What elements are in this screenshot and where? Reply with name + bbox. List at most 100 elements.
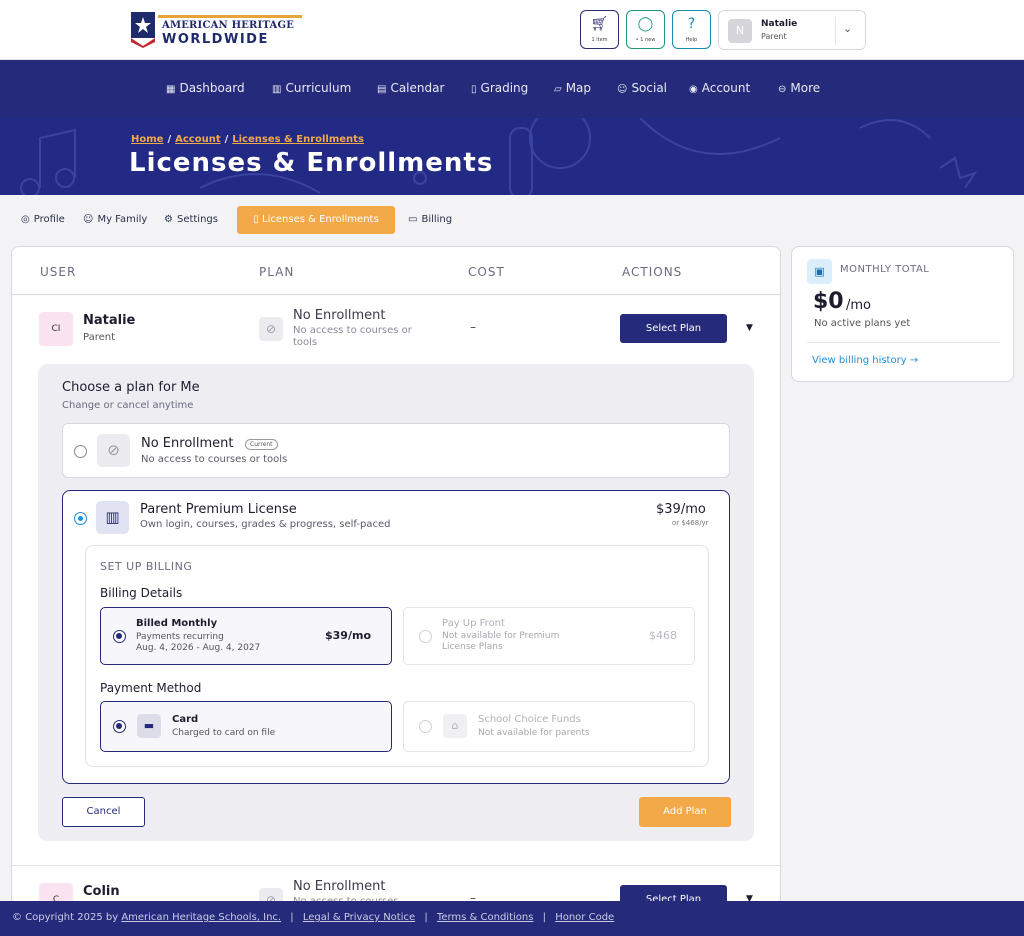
option-name: Parent Premium License: [140, 502, 297, 517]
row-user-name: Colin: [83, 884, 120, 899]
document-icon: ▯: [253, 214, 263, 225]
legal-link[interactable]: Legal & Privacy Notice: [303, 912, 415, 923]
help-button[interactable]: ? Help: [672, 10, 711, 49]
tab-licenses[interactable]: ▯ Licenses & Enrollments: [237, 206, 395, 234]
caret-down-icon[interactable]: ▼: [746, 323, 753, 333]
breadcrumb-home[interactable]: Home: [131, 134, 163, 145]
honor-code-link[interactable]: Honor Code: [555, 912, 614, 923]
row-user-role: Parent: [83, 332, 116, 343]
radio-no-enrollment[interactable]: [74, 445, 87, 458]
nav-calendar[interactable]: ▤ Calendar: [377, 81, 444, 95]
help-label: Help: [685, 37, 698, 43]
option-name: Pay Up Front: [442, 618, 505, 629]
calendar-icon: ▤: [377, 84, 387, 95]
nav-label: More: [790, 81, 821, 95]
breadcrumb-account[interactable]: Account: [175, 134, 220, 145]
add-plan-button[interactable]: Add Plan: [639, 797, 731, 827]
monthly-total-label: MONTHLY TOTAL: [840, 264, 930, 275]
footer: © Copyright 2025 by American Heritage Sc…: [0, 901, 1024, 936]
nav-label: Calendar: [390, 81, 445, 95]
people-icon: ☺: [617, 84, 628, 95]
option-price: $39/mo: [325, 629, 371, 642]
cart-label: 1 item: [591, 37, 608, 43]
billed-monthly-option[interactable]: Billed Monthly Payments recurring Aug. 4…: [100, 607, 392, 665]
footer-separator: |: [542, 912, 547, 923]
chooser-title: Choose a plan for Me: [62, 380, 200, 395]
option-name: Card: [172, 714, 199, 725]
breadcrumb-separator: /: [224, 134, 229, 145]
breadcrumb-separator: /: [167, 134, 172, 145]
option-desc: Charged to card on file: [172, 728, 276, 738]
row-plan-name: No Enrollment: [293, 879, 386, 894]
radio-billed-monthly[interactable]: [113, 630, 126, 643]
option-no-enrollment[interactable]: ⊘ No Enrollment Current No access to cou…: [62, 423, 730, 478]
select-plan-button[interactable]: Select Plan: [620, 314, 727, 343]
column-header-plan: PLAN: [259, 265, 295, 279]
view-billing-history-link[interactable]: View billing history →: [812, 355, 918, 366]
option-parent-premium[interactable]: ▥ Parent Premium License Own login, cour…: [62, 490, 730, 784]
tab-label: My Family: [97, 214, 148, 225]
radio-card[interactable]: [113, 720, 126, 733]
nav-dashboard[interactable]: ▦ Dashboard: [166, 81, 245, 95]
monthly-total-note: No active plans yet: [814, 318, 911, 329]
tab-label: Profile: [33, 214, 65, 225]
breadcrumb: Home / Account / Licenses & Enrollments: [131, 134, 364, 145]
column-header-cost: COST: [468, 265, 505, 279]
cancel-button[interactable]: Cancel: [62, 797, 145, 827]
school-choice-funds-option: ⌂ School Choice Funds Not available for …: [403, 701, 695, 752]
family-icon: ☺: [83, 214, 94, 225]
brand-line-1: AMERICAN HERITAGE: [162, 20, 295, 31]
nav-social[interactable]: ☺ Social: [617, 81, 667, 95]
user-menu-divider: [835, 17, 836, 45]
cart-button[interactable]: 🛒︎ 1 item: [580, 10, 619, 49]
card-option[interactable]: ▬ Card Charged to card on file: [100, 701, 392, 752]
billing-icon: ▭: [408, 214, 418, 225]
top-bar: AMERICAN HERITAGE WORLDWIDE 🛒︎ 1 item ◯ …: [0, 0, 1024, 60]
radio-parent-premium[interactable]: [74, 512, 87, 525]
company-link[interactable]: American Heritage Schools, Inc.: [121, 912, 281, 923]
tab-settings[interactable]: ⚙ Settings: [164, 214, 218, 225]
nav-label: Account: [701, 81, 751, 95]
brand-logo[interactable]: AMERICAN HERITAGE WORLDWIDE: [128, 10, 302, 50]
option-desc-line1: Payments recurring: [136, 632, 224, 642]
option-desc-line1: Not available for Premium: [442, 631, 560, 641]
billing-setup: SET UP BILLING Billing Details Billed Mo…: [85, 545, 709, 767]
header-divider: [12, 294, 780, 295]
nav-account[interactable]: ◉ Account: [689, 81, 750, 95]
nav-grading[interactable]: ▯ Grading: [471, 81, 528, 95]
option-desc: Not available for parents: [478, 728, 590, 738]
tab-profile[interactable]: ◎ Profile: [21, 214, 65, 225]
tab-billing[interactable]: ▭ Billing: [408, 214, 452, 225]
footer-separator: |: [290, 912, 294, 923]
option-desc-line2: License Plans: [442, 642, 503, 652]
user-menu[interactable]: N Natalie Parent ⌄: [718, 10, 866, 50]
chooser-subtitle: Change or cancel anytime: [62, 400, 194, 411]
breadcrumb-current[interactable]: Licenses & Enrollments: [232, 134, 364, 145]
current-badge: Current: [245, 439, 278, 450]
card-divider: [807, 342, 1000, 343]
nav-more[interactable]: ⊖ More: [778, 81, 820, 95]
radio-pay-up-front: [419, 630, 432, 643]
messages-button[interactable]: ◯ • 1 new: [626, 10, 665, 49]
option-price: $468: [649, 629, 677, 642]
nav-map[interactable]: ▱ Map: [554, 81, 591, 95]
terms-link[interactable]: Terms & Conditions: [437, 912, 534, 923]
nav-curriculum[interactable]: ▥ Curriculum: [272, 81, 351, 95]
avatar: CI: [39, 312, 73, 346]
billing-details-heading: Billing Details: [100, 586, 183, 600]
footer-text: © Copyright 2025 by American Heritage Sc…: [12, 912, 614, 923]
radio-school-choice-funds: [419, 720, 432, 733]
option-desc: No access to courses or tools: [141, 454, 288, 465]
pay-up-front-option: Pay Up Front Not available for Premium L…: [403, 607, 695, 665]
dashboard-icon: ▦: [166, 84, 176, 95]
row-divider: [12, 865, 780, 866]
school-icon: ⌂: [443, 714, 467, 738]
row-plan-desc: No access to courses or tools: [293, 325, 412, 348]
chevron-down-icon[interactable]: ⌄: [843, 22, 852, 35]
option-name: Billed Monthly: [136, 618, 218, 629]
option-name: No Enrollment: [141, 436, 234, 451]
avatar: N: [728, 19, 752, 43]
chat-icon: ◯: [637, 16, 654, 32]
tab-my-family[interactable]: ☺ My Family: [83, 214, 147, 225]
user-name: Natalie: [761, 19, 798, 29]
